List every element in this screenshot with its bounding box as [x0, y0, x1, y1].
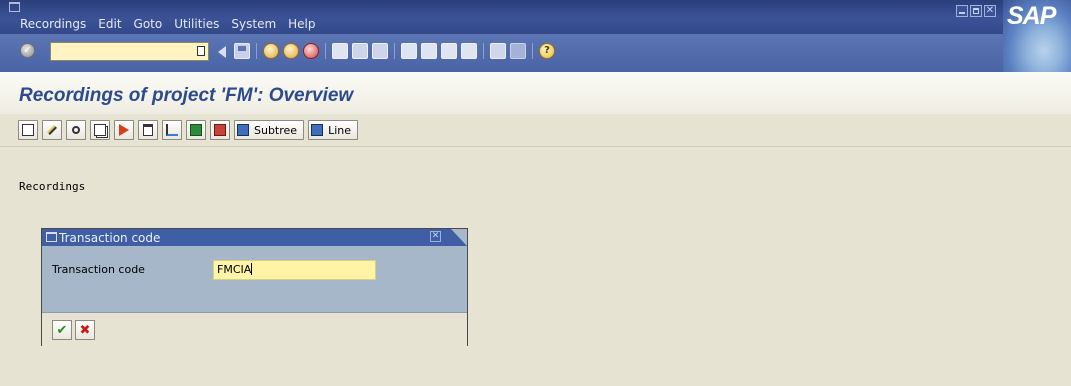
- sap-logo-text: SAP: [1007, 2, 1056, 30]
- display-icon: [72, 126, 80, 134]
- toolbar-separator: [483, 43, 484, 59]
- command-history-icon[interactable]: [197, 46, 205, 56]
- dialog-title-corner: [451, 229, 467, 246]
- exit-icon[interactable]: [283, 43, 299, 59]
- dialog-window-icon: [46, 232, 57, 242]
- toolbar-separator: [256, 43, 257, 59]
- menu-help[interactable]: Help: [288, 17, 315, 31]
- standard-toolbar: ✓ ?: [0, 34, 1003, 72]
- subtree-icon: [237, 124, 249, 136]
- system-menu-icon[interactable]: [9, 2, 20, 12]
- new-session-icon[interactable]: [490, 43, 506, 59]
- dialog-close-icon[interactable]: ✕: [430, 231, 441, 242]
- create-icon: [22, 124, 34, 136]
- save-icon[interactable]: [234, 43, 250, 59]
- maximize-icon: [973, 8, 979, 14]
- close-icon: ✕: [985, 5, 995, 16]
- shortcut-icon[interactable]: [510, 43, 526, 59]
- enter-icon[interactable]: ✓: [20, 43, 35, 58]
- import-icon: [214, 124, 226, 136]
- change-button[interactable]: [42, 120, 62, 140]
- menu-list: Recordings Edit Goto Utilities System He…: [20, 17, 328, 31]
- create-button[interactable]: [18, 120, 38, 140]
- line-button[interactable]: Line: [308, 120, 359, 140]
- delete-button[interactable]: [138, 120, 158, 140]
- back-icon[interactable]: [218, 46, 226, 58]
- execute-button[interactable]: [114, 120, 134, 140]
- next-page-icon[interactable]: [441, 43, 457, 59]
- dialog-title: Transaction code: [59, 231, 161, 245]
- title-bar: Recordings of project 'FM': Overview: [0, 72, 1071, 114]
- hierarchy-icon: [166, 124, 178, 136]
- toolbar-separator: [394, 43, 395, 59]
- last-page-icon[interactable]: [461, 43, 477, 59]
- maximize-button[interactable]: [970, 5, 982, 17]
- first-page-icon[interactable]: [401, 43, 417, 59]
- menu-goto[interactable]: Goto: [134, 17, 163, 31]
- transaction-code-label: Transaction code: [52, 263, 145, 276]
- section-label: Recordings: [19, 180, 86, 193]
- dialog-footer: ✔ ✖: [42, 312, 467, 346]
- previous-page-icon[interactable]: [421, 43, 437, 59]
- dialog-title-bar: Transaction code ✕: [42, 229, 467, 246]
- cancel-icon[interactable]: [303, 43, 319, 59]
- find-icon[interactable]: [352, 43, 368, 59]
- copy-icon: [94, 124, 106, 136]
- line-icon: [311, 124, 324, 136]
- application-toolbar-buttons: Subtree Line: [18, 120, 359, 140]
- transaction-code-dialog: Transaction code ✕ Transaction code FMCI…: [41, 228, 468, 346]
- help-icon[interactable]: ?: [539, 43, 555, 59]
- print-icon[interactable]: [332, 43, 348, 59]
- menu-utilities[interactable]: Utilities: [174, 17, 219, 31]
- minimize-button[interactable]: [956, 5, 968, 17]
- menu-edit[interactable]: Edit: [98, 17, 121, 31]
- window-controls: ✕: [956, 5, 996, 17]
- cancel-icon: ✖: [79, 322, 91, 338]
- line-label: Line: [328, 123, 352, 137]
- export-button[interactable]: [186, 120, 206, 140]
- cancel-button[interactable]: ✖: [75, 320, 95, 340]
- display-button[interactable]: [66, 120, 86, 140]
- standard-toolbar-icons: ?: [216, 43, 559, 59]
- menu-recordings[interactable]: Recordings: [20, 17, 86, 31]
- dialog-buttons: ✔ ✖: [52, 320, 95, 340]
- command-field[interactable]: [50, 42, 209, 61]
- toolbar-separator: [532, 43, 533, 59]
- find-next-icon[interactable]: [372, 43, 388, 59]
- execute-icon: [119, 124, 129, 136]
- transaction-code-input[interactable]: FMCIA: [213, 260, 376, 280]
- menu-bar: Recordings Edit Goto Utilities System He…: [0, 0, 1071, 34]
- subtree-button[interactable]: Subtree: [234, 120, 305, 140]
- change-icon: [47, 125, 57, 135]
- hierarchy-button[interactable]: [162, 120, 182, 140]
- sap-logo: SAP: [1003, 0, 1071, 72]
- continue-button[interactable]: ✔: [52, 320, 72, 340]
- copy-button[interactable]: [90, 120, 110, 140]
- delete-icon: [143, 124, 153, 136]
- transaction-code-value: FMCIA: [217, 263, 252, 276]
- menu-system[interactable]: System: [231, 17, 276, 31]
- text-caret: [251, 263, 253, 275]
- toolbar-separator: [325, 43, 326, 59]
- subtree-label: Subtree: [254, 123, 298, 137]
- application-toolbar: Subtree Line: [0, 114, 1071, 147]
- back-nav-icon[interactable]: [263, 43, 279, 59]
- import-button[interactable]: [210, 120, 230, 140]
- minimize-icon: [959, 12, 965, 14]
- page-title: Recordings of project 'FM': Overview: [19, 85, 354, 106]
- continue-icon: ✔: [56, 322, 68, 338]
- export-icon: [190, 124, 202, 136]
- close-button[interactable]: ✕: [984, 5, 996, 17]
